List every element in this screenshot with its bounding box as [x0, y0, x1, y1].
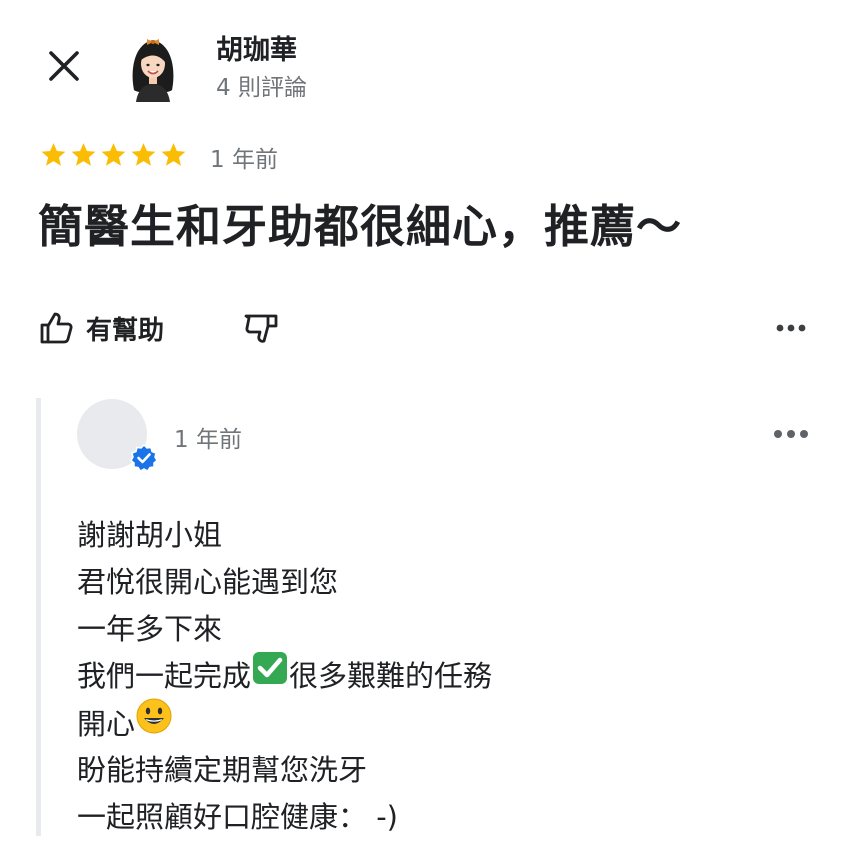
reply-more-button[interactable] [768, 412, 814, 456]
close-icon [49, 51, 79, 81]
thumbs-up-icon [40, 312, 73, 344]
star-icon [128, 138, 158, 172]
reviewer-name[interactable]: 胡珈華 [216, 28, 297, 67]
reply-time: 1 年前 [174, 427, 242, 453]
reply-line: 盼能持續定期幫您洗牙 [77, 753, 368, 787]
reply-text: 謝謝胡小姐 君悅很開心能遇到您 一年多下來 我們一起完成 很多艱難的任務 開心 … [77, 512, 492, 841]
review-count: 4 則評論 [216, 75, 307, 101]
reply-line-segment: 開心 [77, 707, 136, 741]
reply-indent-bar [36, 398, 41, 836]
avatar-illustration [132, 39, 174, 102]
reply-line: 一起照顧好口腔健康： -) [77, 800, 398, 834]
review-time: 1 年前 [210, 147, 278, 173]
thumbs-down-icon [244, 314, 278, 343]
star-icon [158, 138, 188, 172]
review-text: 簡醫生和牙助都很細心，推薦～ [38, 200, 683, 253]
reply-line: 謝謝胡小姐 [77, 518, 223, 552]
reply-line: 一年多下來 [77, 612, 223, 646]
star-icon [98, 138, 128, 172]
check-mark-emoji [251, 650, 289, 700]
helpful-button[interactable]: 有幫助 [38, 306, 164, 350]
reviewer-avatar[interactable] [126, 30, 180, 102]
star-icon [68, 138, 98, 172]
more-horizontal-icon [774, 430, 808, 438]
review-more-button[interactable] [768, 306, 814, 350]
star-rating [38, 138, 188, 172]
reply-line-segment: 我們一起完成 [77, 659, 252, 693]
verified-badge-icon [130, 443, 158, 472]
smiling-face-emoji [135, 697, 173, 749]
star-icon [38, 138, 68, 172]
helpful-label: 有幫助 [86, 315, 165, 346]
reply-line: 開心 [77, 697, 492, 749]
reply-line: 君悅很開心能遇到您 [77, 565, 339, 599]
close-button[interactable] [44, 46, 84, 86]
not-helpful-button[interactable] [238, 306, 284, 350]
more-horizontal-icon [776, 324, 806, 332]
reply-line-segment: 很多艱難的任務 [289, 659, 493, 693]
reply-line: 我們一起完成 很多艱難的任務 [77, 650, 493, 700]
verified-badge [130, 443, 158, 472]
